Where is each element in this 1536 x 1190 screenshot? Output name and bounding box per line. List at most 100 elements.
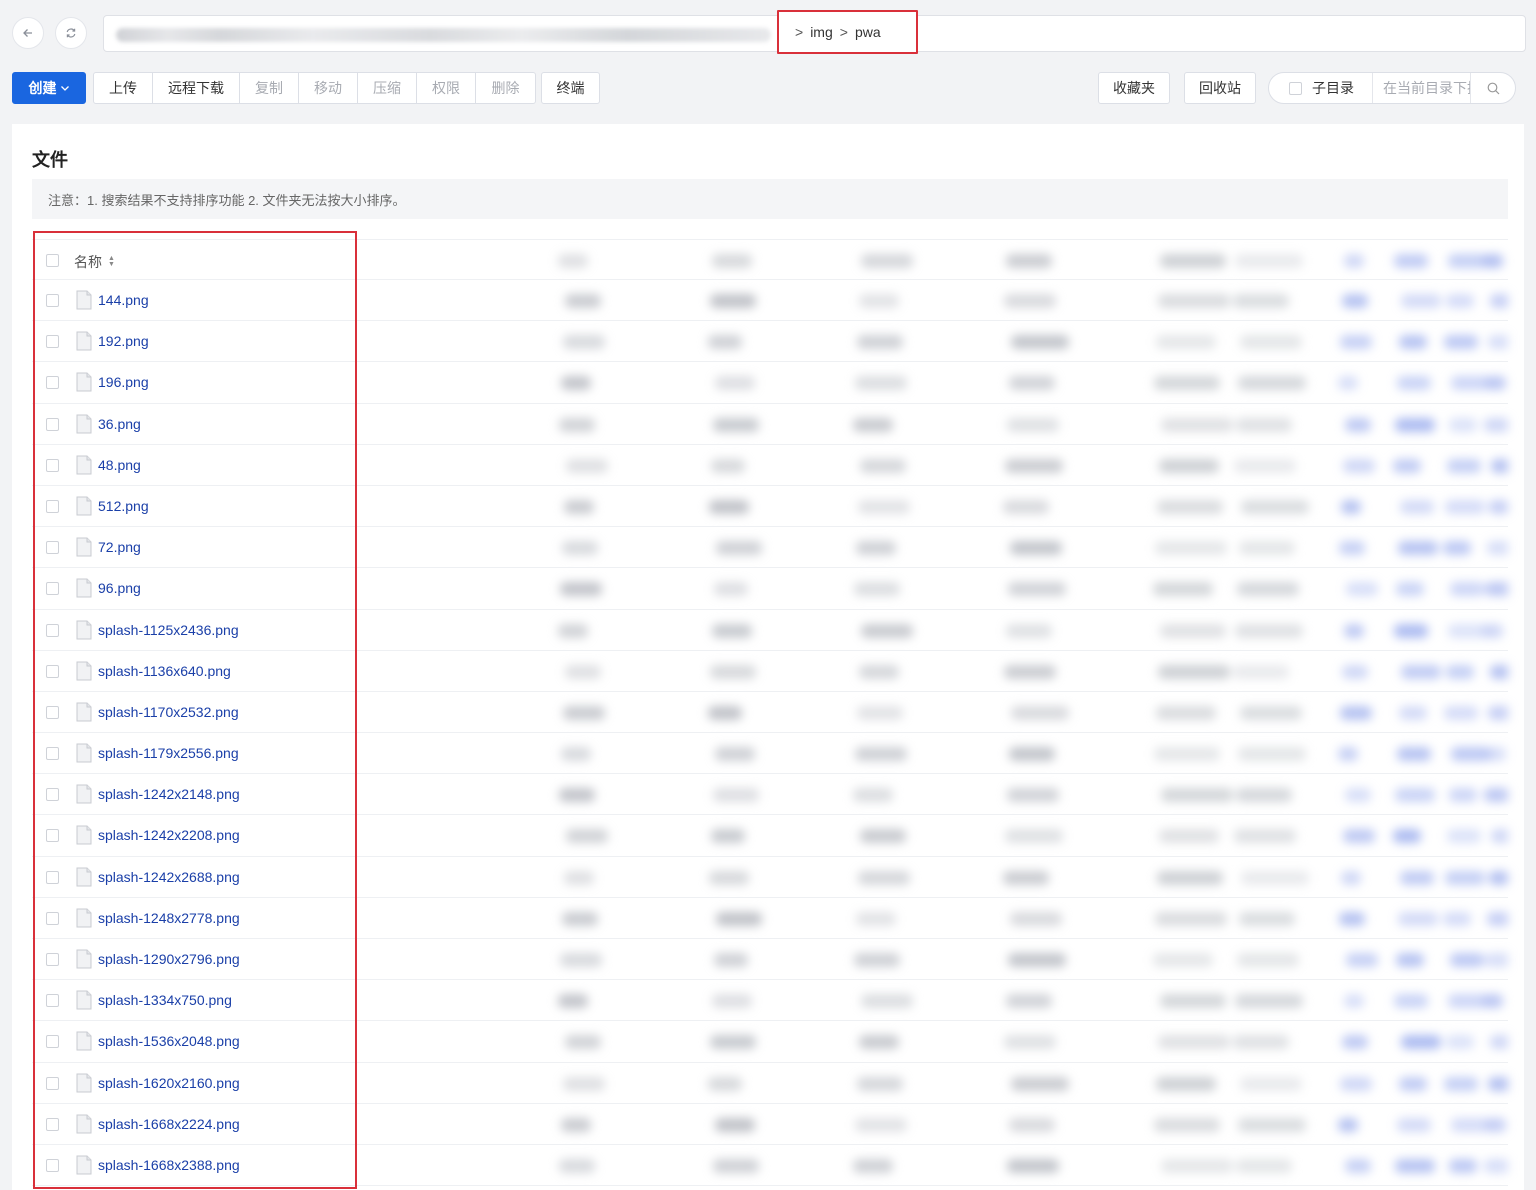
blurred-cell [1154,1117,1220,1132]
favorites-button[interactable]: 收藏夹 [1098,72,1170,104]
table-row[interactable]: splash-1620x2160.png [32,1063,1508,1104]
table-row[interactable]: splash-1242x2208.png [32,815,1508,857]
file-name-link[interactable]: splash-1620x2160.png [98,1075,240,1091]
row-checkbox[interactable] [46,664,59,678]
blurred-cell [713,1158,759,1173]
blurred-cell [1236,788,1292,803]
blurred-cell [1398,541,1438,556]
blurred-cell [1004,294,1056,308]
copy-button[interactable]: 复制 [239,72,299,104]
blurred-cell [1240,335,1302,350]
file-name-link[interactable]: splash-1248x2778.png [98,910,240,926]
table-row[interactable]: splash-1334x750.png [32,980,1508,1022]
blurred-cell [1234,829,1296,844]
file-name-link[interactable]: 48.png [98,457,141,473]
file-name-link[interactable]: splash-1668x2388.png [98,1157,240,1173]
table-row[interactable]: 192.png [32,321,1508,363]
file-name-link[interactable]: 72.png [98,539,141,555]
row-checkbox[interactable] [46,747,59,761]
table-row[interactable]: splash-1179x2556.png [32,733,1508,775]
sort-icon[interactable]: ▲ ▼ [108,255,115,268]
terminal-button[interactable]: 终端 [541,72,600,104]
table-row[interactable]: splash-1125x2436.png [32,610,1508,651]
row-checkbox[interactable] [46,376,59,390]
file-name-link[interactable]: splash-1170x2532.png [98,704,239,720]
blurred-cell [1397,747,1431,762]
file-name-link[interactable]: 196.png [98,374,149,390]
table-row[interactable]: splash-1290x2796.png [32,939,1508,981]
table-row[interactable]: 512.png [32,486,1508,528]
create-button[interactable]: 创建 [12,72,86,104]
file-name-link[interactable]: splash-1136x640.png [98,663,231,679]
row-checkbox[interactable] [46,541,59,555]
row-checkbox[interactable] [46,294,59,307]
table-row[interactable]: splash-1136x640.png [32,651,1508,692]
move-button[interactable]: 移动 [298,72,358,104]
file-name-link[interactable]: 96.png [98,580,141,596]
table-row[interactable]: splash-1668x2224.png [32,1104,1508,1145]
file-name-link[interactable]: splash-1668x2224.png [98,1116,240,1132]
table-row[interactable]: 48.png [32,445,1508,486]
breadcrumb-item-pwa[interactable]: pwa [855,24,881,40]
row-checkbox[interactable] [46,705,59,719]
search-input[interactable] [1373,73,1471,103]
back-button[interactable] [12,17,44,49]
table-row[interactable]: splash-1242x2688.png [32,857,1508,898]
blurred-cell [1156,335,1216,350]
table-row[interactable]: 144.png [32,280,1508,322]
file-name-link[interactable]: splash-1242x2208.png [98,827,240,843]
table-row[interactable]: splash-1170x2532.png [32,692,1508,734]
select-all-checkbox[interactable] [46,254,59,267]
file-name-link[interactable]: splash-1536x2048.png [98,1033,240,1049]
row-checkbox[interactable] [46,335,59,349]
table-row[interactable]: splash-1242x2148.png [32,774,1508,816]
row-checkbox[interactable] [46,870,59,884]
file-name-link[interactable]: 512.png [98,498,149,514]
table-row[interactable]: splash-1248x2778.png [32,898,1508,939]
table-row[interactable]: 36.png [32,404,1508,445]
row-checkbox[interactable] [46,829,59,843]
row-checkbox[interactable] [46,417,59,431]
file-name-link[interactable]: splash-1125x2436.png [98,622,239,638]
name-column-header[interactable]: 名称 ▲ ▼ [74,252,115,272]
row-checkbox[interactable] [46,1035,59,1049]
table-row[interactable]: splash-1668x2388.png [32,1145,1508,1187]
file-name-link[interactable]: splash-1290x2796.png [98,951,240,967]
permissions-button[interactable]: 权限 [416,72,476,104]
blurred-cell [1401,1035,1441,1050]
row-checkbox[interactable] [46,458,59,472]
row-checkbox[interactable] [46,499,59,513]
row-checkbox[interactable] [46,623,59,637]
row-checkbox[interactable] [46,788,59,802]
table-row[interactable]: 196.png [32,362,1508,404]
recycle-bin-button[interactable]: 回收站 [1184,72,1256,104]
table-row[interactable]: 72.png [32,527,1508,569]
file-name-link[interactable]: 144.png [98,292,149,308]
row-checkbox[interactable] [46,911,59,925]
file-name-link[interactable]: splash-1179x2556.png [98,745,239,761]
row-checkbox[interactable] [46,582,59,596]
row-checkbox[interactable] [46,1117,59,1131]
subdir-toggle[interactable]: 子目录 [1269,73,1373,103]
refresh-button[interactable] [55,17,87,49]
file-name-link[interactable]: 36.png [98,416,141,432]
upload-button[interactable]: 上传 [93,72,153,104]
row-checkbox[interactable] [46,953,59,966]
file-name-link[interactable]: splash-1334x750.png [98,992,232,1008]
row-checkbox[interactable] [46,994,59,1008]
remote-download-button[interactable]: 远程下载 [152,72,240,104]
breadcrumb-item-img[interactable]: img [810,24,833,40]
table-row[interactable]: 96.png [32,568,1508,610]
table-row[interactable]: splash-1536x2048.png [32,1021,1508,1063]
delete-button[interactable]: 删除 [475,72,536,104]
blurred-cell [1005,458,1063,473]
compress-button[interactable]: 压缩 [357,72,417,104]
file-name-link[interactable]: 192.png [98,333,149,349]
subdir-checkbox[interactable] [1289,81,1302,95]
blurred-cell [1011,335,1069,350]
file-name-link[interactable]: splash-1242x2148.png [98,786,240,802]
row-checkbox[interactable] [46,1158,59,1172]
file-name-link[interactable]: splash-1242x2688.png [98,869,240,885]
search-button[interactable] [1471,73,1515,103]
row-checkbox[interactable] [46,1076,59,1090]
